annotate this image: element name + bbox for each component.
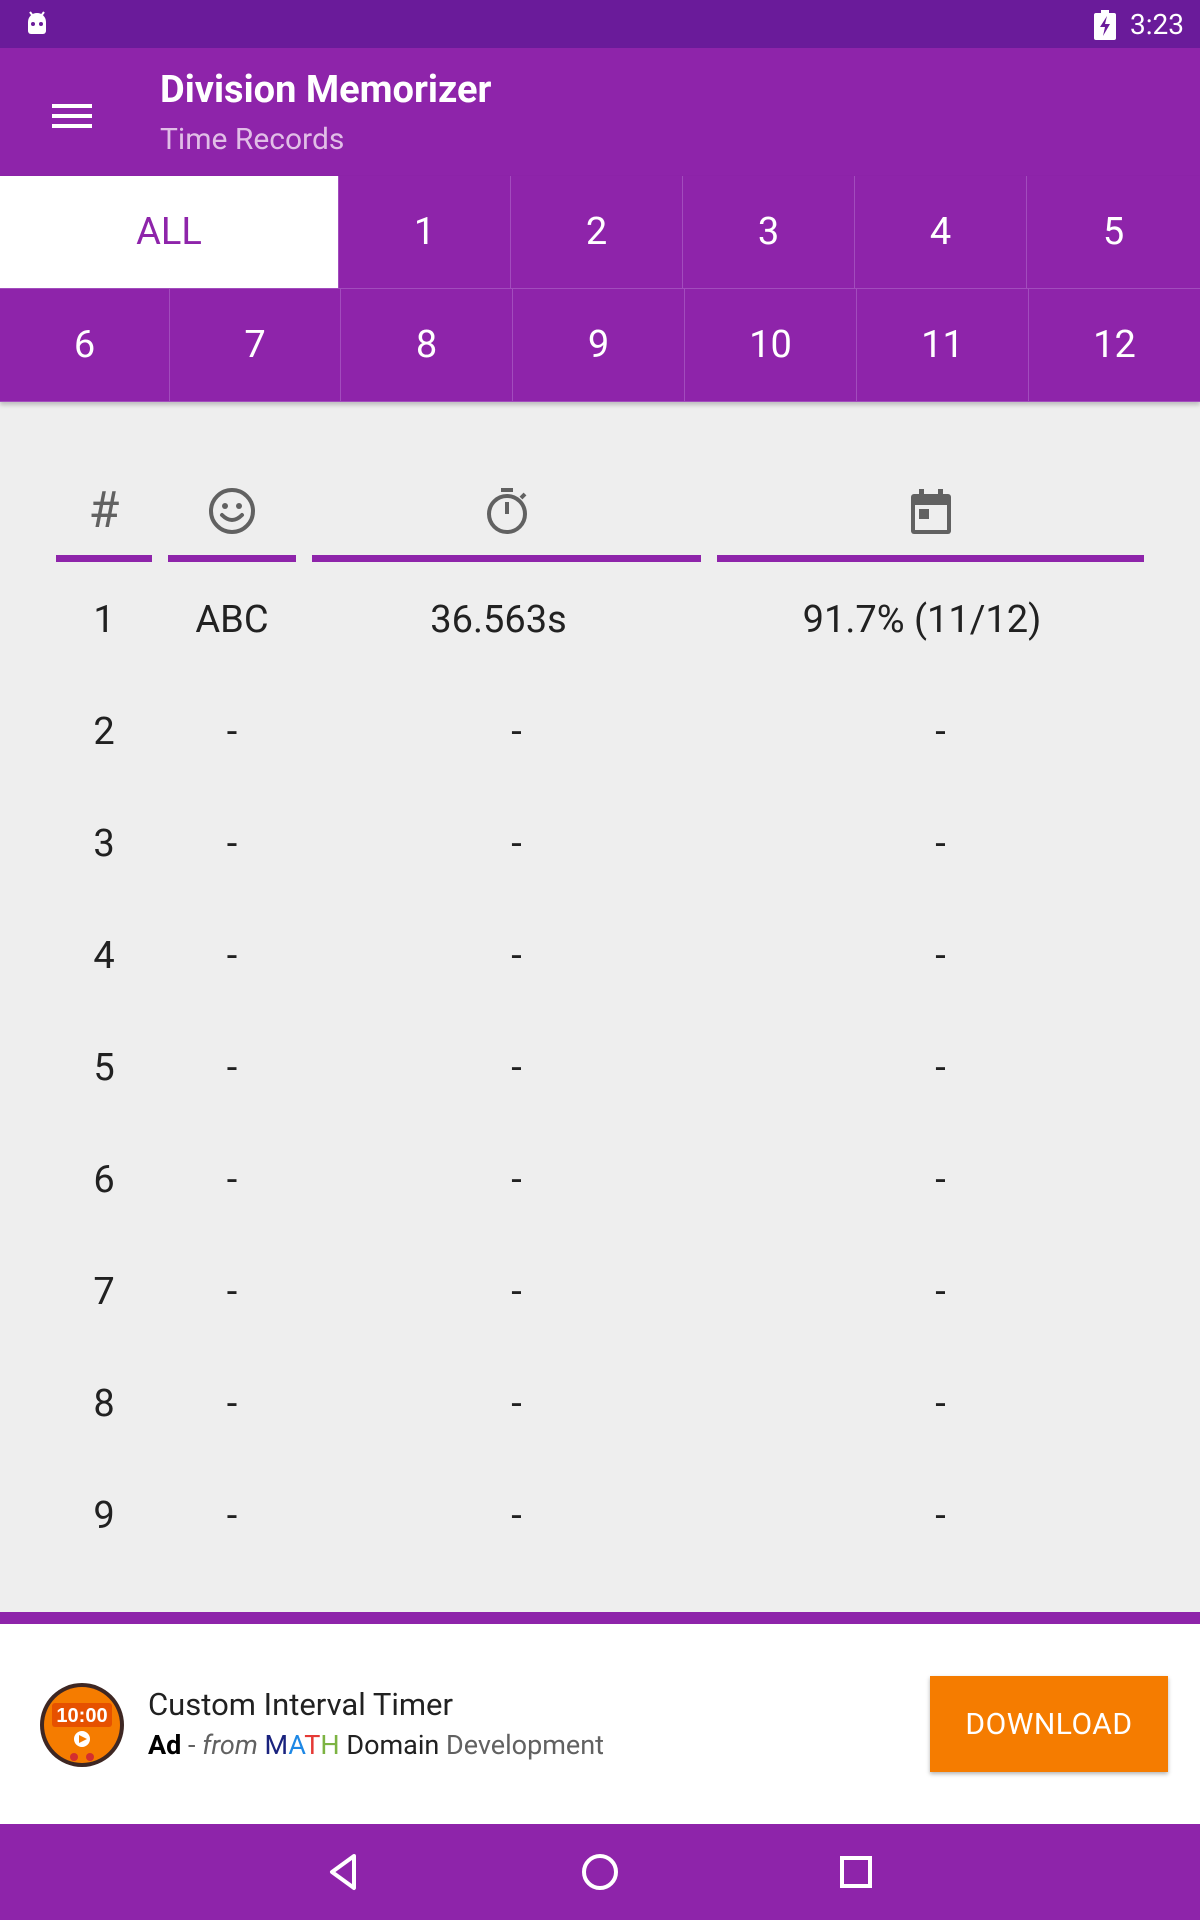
table-row: 5 - - -: [0, 1012, 1200, 1124]
home-icon[interactable]: [576, 1848, 624, 1896]
filter-3[interactable]: 3: [683, 176, 855, 289]
rank-cell: 3: [93, 822, 115, 866]
rank-cell: 8: [93, 1382, 115, 1426]
back-icon[interactable]: [320, 1848, 368, 1896]
rank-cell: 9: [93, 1494, 115, 1538]
time-cell: -: [511, 1494, 522, 1538]
score-cell: -: [935, 1494, 946, 1538]
time-cell: 36.563s: [430, 598, 567, 642]
rank-cell: 5: [93, 1046, 115, 1090]
time-cell: -: [511, 710, 522, 754]
name-cell: -: [226, 1382, 238, 1426]
download-button[interactable]: DOWNLOAD: [930, 1676, 1168, 1772]
filter-2[interactable]: 2: [511, 176, 683, 289]
calendar-icon: [910, 488, 951, 534]
status-bar: 3:23: [0, 0, 1200, 48]
android-icon: [28, 11, 46, 34]
table-row: 1 ABC 36.563s 91.7% (11/12): [0, 564, 1200, 676]
filter-8[interactable]: 8: [341, 289, 513, 402]
time-cell: -: [511, 1158, 522, 1202]
score-cell: -: [935, 1158, 946, 1202]
name-cell: -: [226, 710, 238, 754]
filter-4[interactable]: 4: [855, 176, 1027, 289]
header-rank: #: [56, 466, 152, 562]
filter-10[interactable]: 10: [685, 289, 857, 402]
name-cell: -: [226, 1270, 238, 1314]
filter-11[interactable]: 11: [857, 289, 1029, 402]
score-cell: -: [935, 1046, 946, 1090]
time-cell: -: [511, 1046, 522, 1090]
smiley-icon: [209, 487, 255, 534]
name-cell: -: [226, 822, 238, 866]
time-cell: -: [511, 822, 522, 866]
filter-6[interactable]: 6: [0, 289, 170, 402]
brand-word: Development: [446, 1729, 604, 1761]
brand-letter: T: [304, 1729, 321, 1761]
recents-icon[interactable]: [832, 1848, 880, 1896]
navigation-bar: [0, 1824, 1200, 1920]
ad-tag: Ad: [148, 1729, 182, 1761]
time-cell: -: [511, 1382, 522, 1426]
ad-from: from: [202, 1729, 258, 1761]
status-time: 3:23: [1130, 8, 1184, 41]
filter-5[interactable]: 5: [1027, 176, 1200, 289]
score-cell: -: [935, 822, 946, 866]
table-row: 4 - - -: [0, 900, 1200, 1012]
rank-cell: 1: [93, 598, 115, 642]
name-cell: ABC: [195, 598, 269, 642]
table-row: 2 - - -: [0, 676, 1200, 788]
rank-cell: 2: [93, 710, 115, 754]
ad-icon-text: 10:00: [56, 1705, 107, 1727]
score-cell: -: [935, 1382, 946, 1426]
ad-banner[interactable]: 10:00 Custom Interval Timer Ad - from MA…: [0, 1624, 1200, 1824]
filter-1[interactable]: 1: [339, 176, 511, 289]
rank-cell: 4: [93, 934, 115, 978]
score-cell: 91.7% (11/12): [802, 598, 1042, 642]
header-score: [717, 466, 1144, 562]
brand-letter: H: [320, 1729, 340, 1761]
name-cell: -: [226, 1494, 238, 1538]
table-row: 6 - - -: [0, 1124, 1200, 1236]
filter-9[interactable]: 9: [513, 289, 685, 402]
battery-charging-icon: [1094, 10, 1116, 40]
rank-cell: 7: [93, 1270, 115, 1314]
brand-word: Domain: [346, 1729, 440, 1761]
brand-letter: A: [288, 1729, 305, 1761]
app-bar: Division Memorizer Time Records: [0, 48, 1200, 176]
name-cell: -: [226, 1046, 238, 1090]
hash-label: #: [88, 481, 120, 540]
table-row: 9 - - -: [0, 1460, 1200, 1572]
table-row: 3 - - -: [0, 788, 1200, 900]
header-time: [312, 466, 701, 562]
ad-title[interactable]: Custom Interval Timer: [148, 1686, 453, 1723]
name-cell: -: [226, 934, 238, 978]
name-cell: -: [226, 1158, 238, 1202]
table-filter-grid: ALL 1 2 3 4 5 6 7 8 9 10 11 12: [0, 176, 1200, 402]
filter-all[interactable]: ALL: [0, 176, 339, 289]
score-cell: -: [935, 934, 946, 978]
app-title: Division Memorizer: [160, 68, 492, 112]
ad-divider: [0, 1612, 1200, 1624]
brand-letter: M: [264, 1729, 289, 1761]
app-subtitle: Time Records: [160, 122, 345, 157]
time-cell: -: [511, 1270, 522, 1314]
table-row: 8 - - -: [0, 1348, 1200, 1460]
timer-app-icon: 10:00: [40, 1683, 124, 1767]
filter-7[interactable]: 7: [170, 289, 341, 402]
header-name: [168, 466, 296, 562]
rank-cell: 6: [93, 1158, 115, 1202]
stopwatch-icon: [486, 487, 527, 534]
score-cell: -: [935, 710, 946, 754]
time-cell: -: [511, 934, 522, 978]
filter-12[interactable]: 12: [1029, 289, 1200, 402]
score-cell: -: [935, 1270, 946, 1314]
table-row: 7 - - -: [0, 1236, 1200, 1348]
ad-attribution: Ad - from MATH Domain Development: [148, 1729, 604, 1761]
ad-separator: -: [181, 1729, 203, 1761]
menu-icon[interactable]: [40, 92, 104, 140]
